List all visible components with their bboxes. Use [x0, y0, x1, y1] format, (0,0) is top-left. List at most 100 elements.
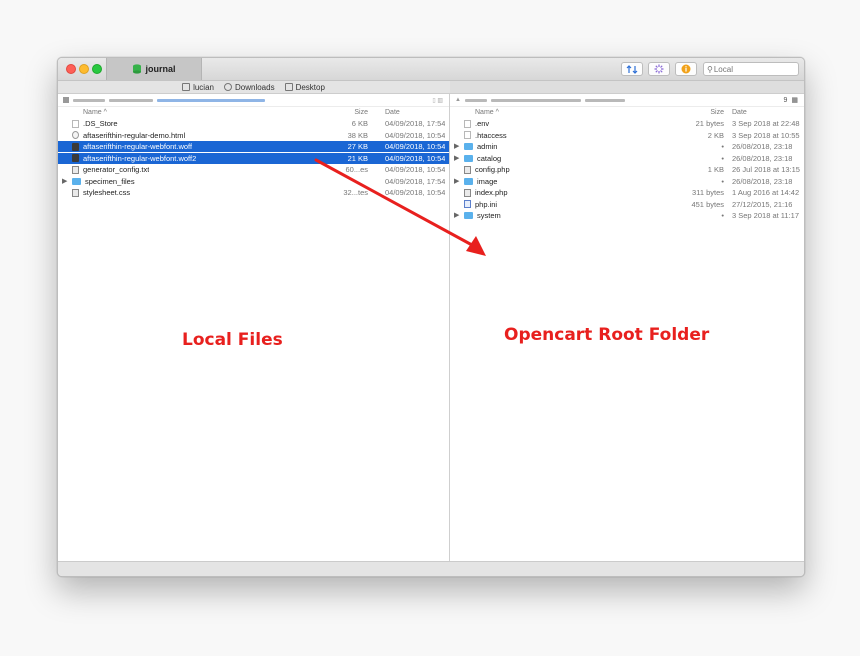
- grid-view-icon[interactable]: ▦: [791, 96, 798, 104]
- zoom-window-button[interactable]: [92, 64, 102, 74]
- column-date[interactable]: Date: [732, 107, 747, 118]
- folder-row[interactable]: ▶ image • 26/08/2018, 23:18: [450, 176, 804, 187]
- breadcrumb: lucian Downloads Desktop: [58, 81, 449, 93]
- folder-icon: [464, 177, 473, 185]
- search-icon: ⚲: [707, 64, 713, 74]
- folder-icon: [464, 143, 473, 150]
- file-row[interactable]: config.php 1 KB 26 Jul 2018 at 13:15: [450, 164, 804, 175]
- file-size: 27 KB: [347, 142, 368, 151]
- column-size[interactable]: Size: [338, 107, 368, 118]
- file-row[interactable]: aftaserifthin-regular-webfont.woff2 21 KB…: [58, 152, 449, 164]
- file-name: generator_config.txt: [83, 165, 150, 174]
- sync-button[interactable]: [621, 62, 643, 76]
- column-size[interactable]: Size: [682, 107, 724, 118]
- font-file-icon: [72, 142, 79, 151]
- html-file-icon: [72, 131, 79, 139]
- file-size: 1 KB: [707, 165, 724, 174]
- folder-row[interactable]: ▶ admin • 26/08/2018, 23:18: [450, 141, 804, 152]
- file-name: .env: [475, 119, 490, 128]
- file-date: 04/09/2018, 17:54: [385, 176, 446, 186]
- text-file-icon: [72, 165, 79, 174]
- minimize-window-button[interactable]: [79, 64, 89, 74]
- folder-row[interactable]: ▶ catalog • 26/08/2018, 23:18: [450, 153, 804, 164]
- document-icon: [464, 131, 471, 139]
- file-row[interactable]: aftaserifthin-regular-demo.html 38 KB 04/0…: [58, 130, 449, 141]
- file-row[interactable]: .htaccess 2 KB 3 Sep 2018 at 10:55: [450, 130, 804, 141]
- expand-disclosure-icon[interactable]: ▶: [454, 210, 459, 221]
- file-row[interactable]: aftaserifthin-regular-webfont.woff 27 KB 0…: [58, 141, 449, 152]
- file-row[interactable]: stylesheet.css 32...tes 04/09/2018, 10:54: [58, 187, 449, 198]
- file-date: 3 Sep 2018 at 10:55: [732, 130, 800, 140]
- remote-path-row[interactable]: ▲ 9 ▦: [450, 94, 804, 107]
- file-name: stylesheet.css: [83, 188, 131, 197]
- info-icon: [681, 64, 691, 74]
- local-path-row[interactable]: ▯ ▥: [58, 94, 449, 107]
- close-window-button[interactable]: [66, 64, 76, 74]
- server-icon: ▲: [455, 97, 461, 103]
- location-bar-right: [450, 81, 804, 93]
- breadcrumb-label: lucian: [193, 82, 214, 92]
- file-date: 04/09/2018, 10:54: [385, 188, 446, 197]
- item-count: 9: [783, 96, 788, 104]
- folder-row[interactable]: ▶ system • 3 Sep 2018 at 11:17: [450, 210, 804, 221]
- expand-disclosure-icon[interactable]: ▶: [454, 153, 459, 164]
- file-row[interactable]: .env 21 bytes 3 Sep 2018 at 22:48: [450, 118, 804, 129]
- file-date: 04/09/2018, 10:54: [385, 165, 446, 174]
- info-button[interactable]: [675, 62, 697, 76]
- file-date: 1 Aug 2016 at 14:42: [732, 188, 800, 197]
- php-file-icon: [464, 188, 471, 197]
- file-name: specimen_files: [85, 176, 135, 186]
- file-row[interactable]: .DS_Store 6 KB 04/09/2018, 17:54: [58, 118, 449, 129]
- activity-button[interactable]: [648, 62, 670, 76]
- file-row[interactable]: php.ini 451 bytes 27/12/2015, 21:16: [450, 199, 804, 210]
- column-header: Name ^ Size Date: [58, 107, 449, 118]
- folder-icon: [72, 177, 81, 185]
- expand-disclosure-icon[interactable]: ▶: [62, 176, 67, 187]
- breadcrumb-item[interactable]: Desktop: [284, 82, 325, 92]
- file-name: aftaserifthin-regular-webfont.woff2: [83, 153, 197, 163]
- column-name[interactable]: Name ^: [475, 107, 499, 118]
- file-date: 27/12/2015, 21:16: [732, 199, 793, 209]
- search-input[interactable]: [713, 64, 784, 74]
- local-files-pane[interactable]: ▯ ▥ Name ^ Size Date .DS_Store 6 KB 04/09/…: [58, 94, 450, 561]
- expand-disclosure-icon[interactable]: ▶: [454, 176, 459, 187]
- file-manager-window: journal ⚲ Local lucian Downloads Desktop…: [57, 57, 805, 577]
- file-size: 6 KB: [351, 119, 368, 128]
- file-date: 26 Jul 2018 at 13:15: [732, 165, 800, 174]
- tab-journal[interactable]: journal: [106, 58, 202, 80]
- column-date[interactable]: Date: [385, 107, 400, 118]
- file-name: index.php: [475, 188, 508, 197]
- file-name: php.ini: [475, 199, 498, 209]
- expand-disclosure-icon[interactable]: ▶: [454, 141, 459, 152]
- file-name: admin: [477, 142, 498, 151]
- file-name: system: [477, 211, 501, 220]
- breadcrumb-item[interactable]: Downloads: [223, 83, 275, 92]
- search-field[interactable]: ⚲: [703, 62, 799, 76]
- file-date: 04/09/2018, 10:54: [385, 130, 446, 140]
- file-size: 2 KB: [707, 130, 724, 140]
- tab-title: journal: [145, 64, 176, 74]
- status-bar: [58, 561, 804, 576]
- file-size: 32...tes: [343, 188, 368, 197]
- file-name: .DS_Store: [83, 119, 118, 128]
- file-size: 451 bytes: [691, 199, 724, 209]
- file-name: image: [477, 176, 498, 186]
- ini-file-icon: [464, 200, 471, 208]
- column-name[interactable]: Name ^: [83, 107, 107, 118]
- file-row[interactable]: index.php 311 bytes 1 Aug 2016 at 14:42: [450, 187, 804, 198]
- folder-icon: [464, 154, 473, 162]
- file-row[interactable]: generator_config.txt 60...es 04/09/2018, 1…: [58, 164, 449, 175]
- folder-row[interactable]: ▶ specimen_files 04/09/2018, 17:54: [58, 176, 449, 187]
- document-icon: [72, 119, 79, 128]
- file-size: 21 bytes: [695, 119, 724, 128]
- file-name: config.php: [475, 165, 510, 174]
- file-size: 38 KB: [347, 130, 368, 140]
- file-name: .htaccess: [475, 130, 507, 140]
- breadcrumb-label: Desktop: [295, 82, 325, 92]
- file-date: 04/09/2018, 10:54: [385, 142, 446, 151]
- database-icon: [133, 64, 142, 74]
- file-size: 311 bytes: [692, 188, 724, 197]
- file-size: •: [721, 211, 724, 220]
- breadcrumb-item[interactable]: lucian: [182, 83, 214, 92]
- location-bar: lucian Downloads Desktop: [58, 81, 804, 94]
